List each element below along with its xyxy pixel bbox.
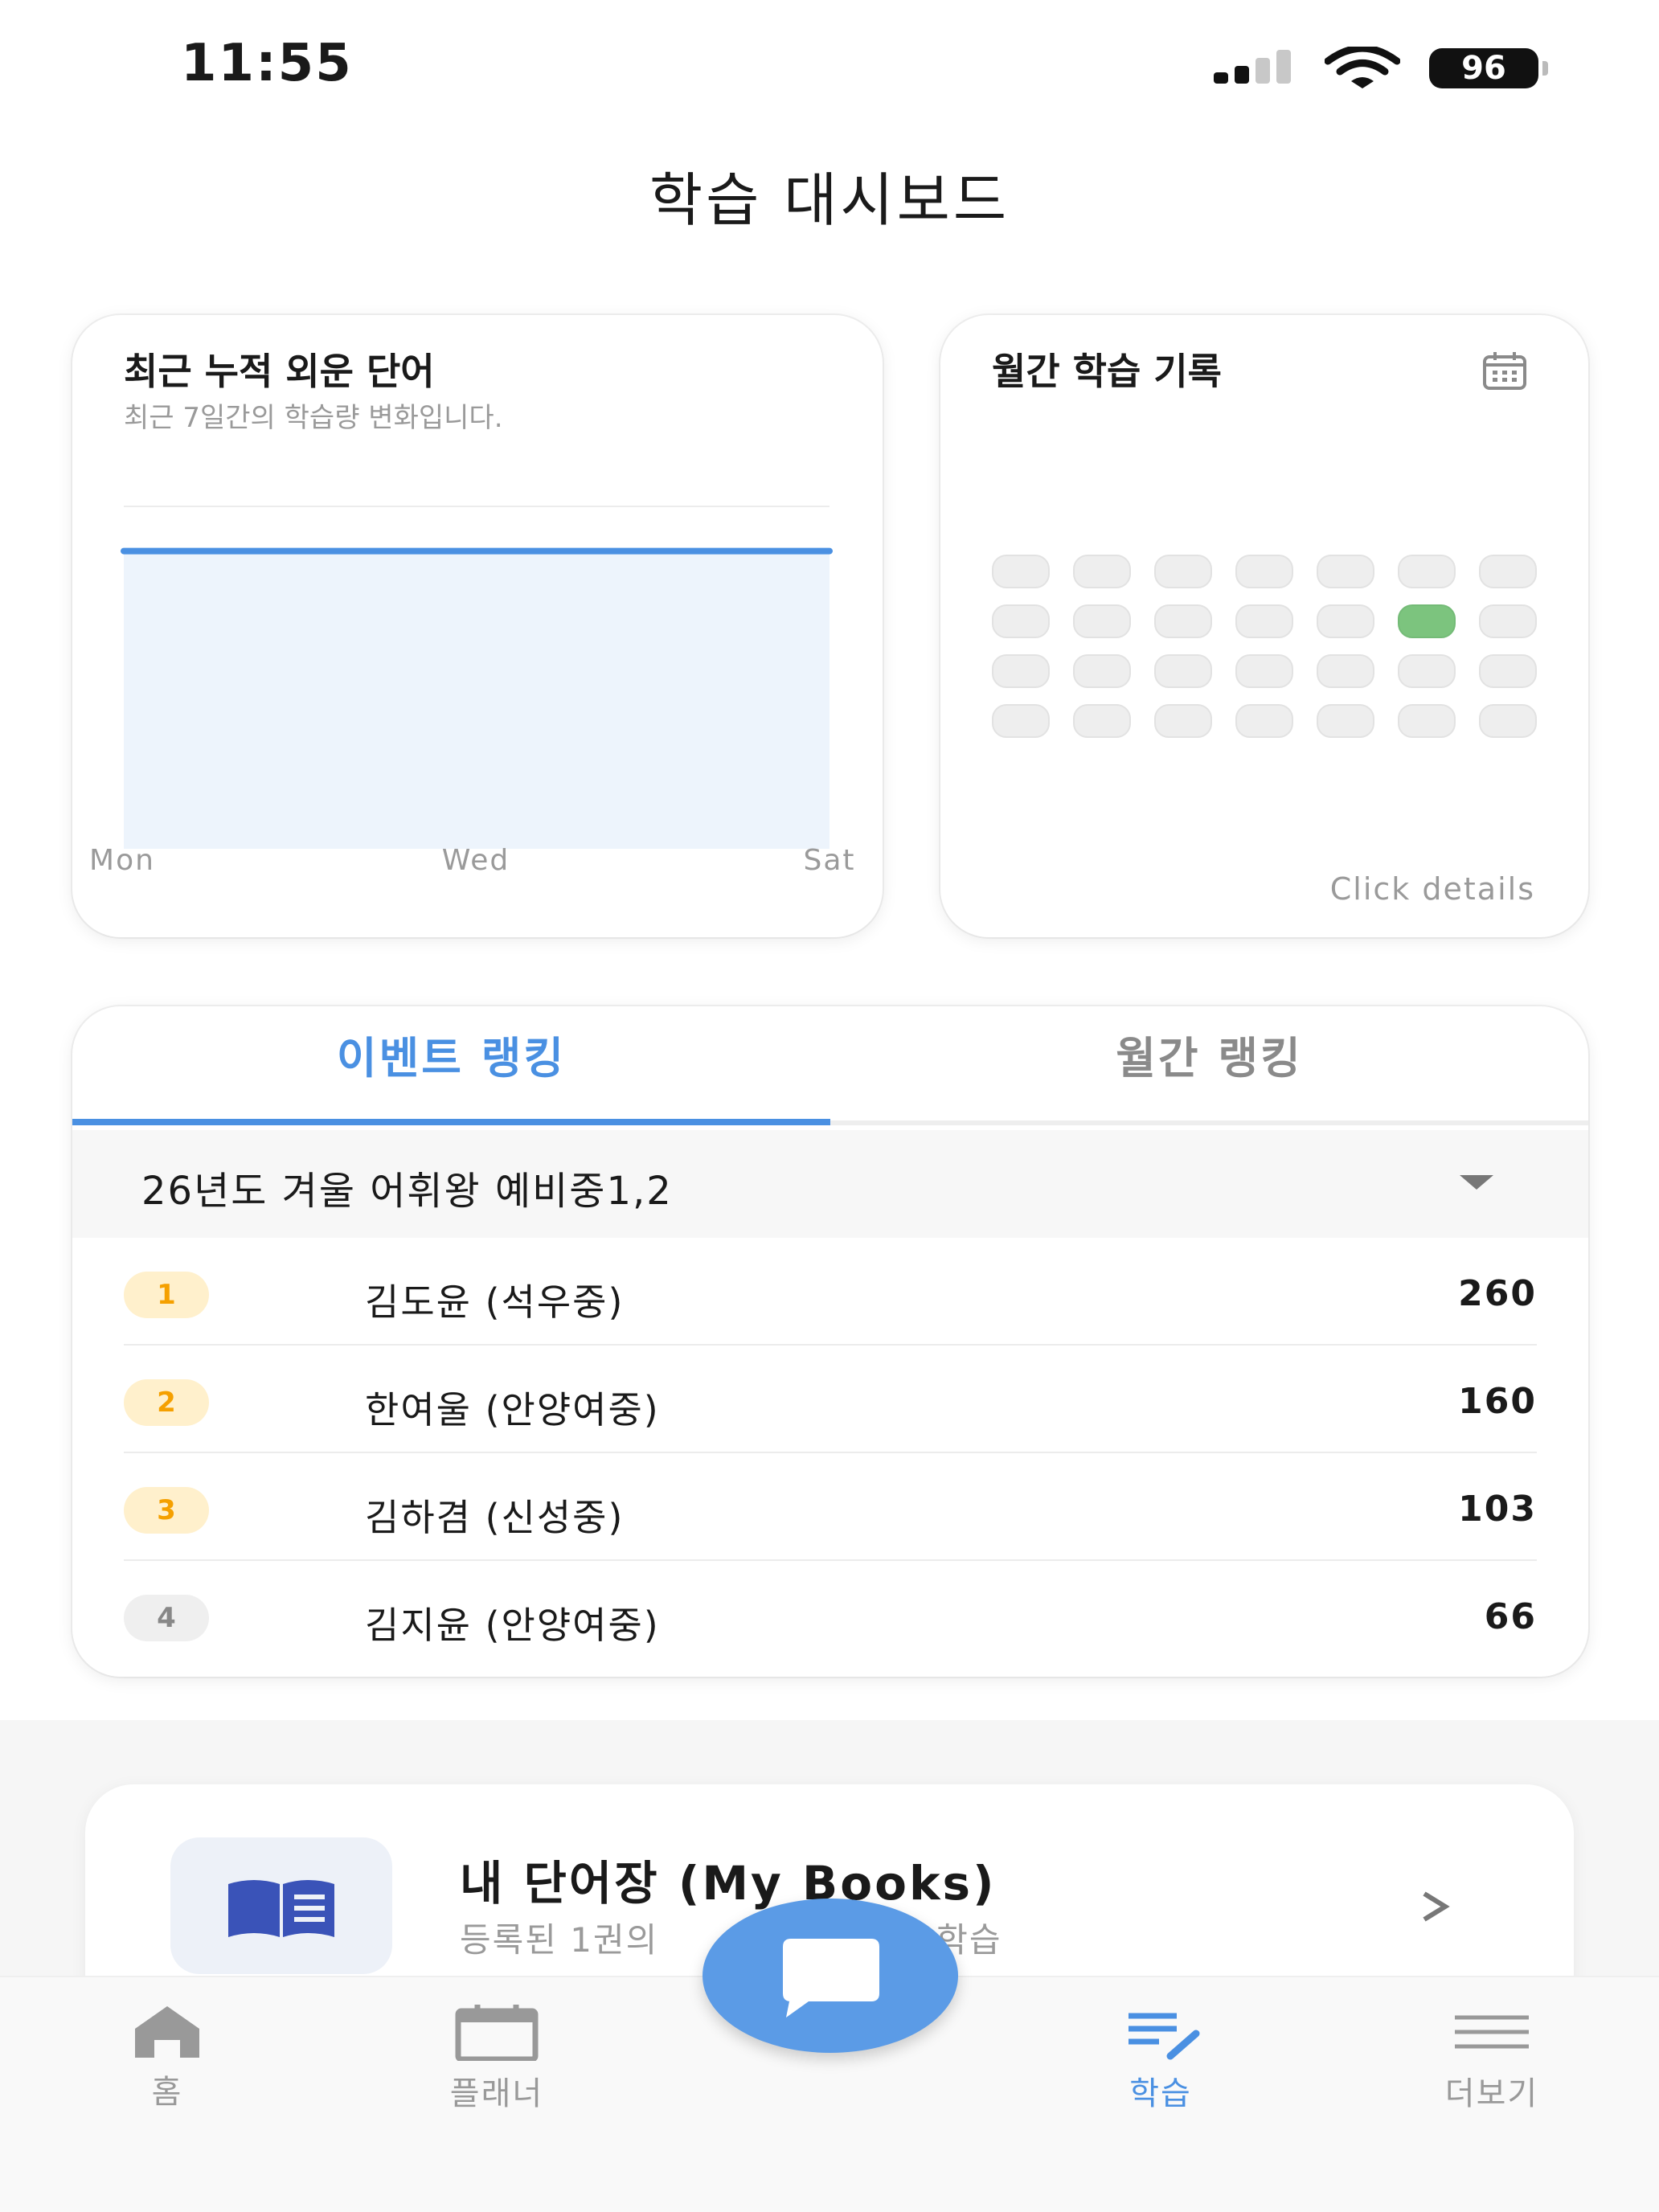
calendar-day-cell xyxy=(1073,555,1131,588)
chart-area-fill xyxy=(124,551,830,849)
calendar-day-cell xyxy=(1398,654,1456,688)
calendar-day-cell xyxy=(1235,555,1293,588)
rank-name: 김도윤 (석우중) xyxy=(365,1280,625,1324)
calendar-day-cell xyxy=(1398,555,1456,588)
chat-icon xyxy=(783,1939,879,2017)
calendar-icon[interactable] xyxy=(1482,350,1527,391)
calendar-day-cell xyxy=(1317,604,1374,638)
calendar-day-cell xyxy=(1317,555,1374,588)
page-title: 학습 대시보드 xyxy=(649,166,1010,234)
calendar-day-cell xyxy=(1073,704,1131,738)
rank-badge: 3 xyxy=(124,1487,209,1534)
x-tick-label: Wed xyxy=(442,844,510,877)
calendar-day-cell xyxy=(1154,654,1212,688)
chat-fab-button[interactable] xyxy=(703,1899,958,2053)
calendar-icon xyxy=(455,2005,539,2061)
status-time: 11:55 xyxy=(181,34,353,93)
rank-badge: 2 xyxy=(124,1379,209,1426)
calendar-card-title: 월간 학습 기록 xyxy=(992,350,1222,393)
x-tick-label: Sat xyxy=(803,844,855,877)
nav-study[interactable]: 학습 xyxy=(1064,2003,1257,2114)
rank-badge: 1 xyxy=(124,1272,209,1318)
monthly-record-card[interactable]: 월간 학습 기록 Click details xyxy=(940,315,1588,937)
rank-name: 김하겸 (신성중) xyxy=(365,1496,625,1539)
status-bar: 11:55 96 xyxy=(0,0,1659,137)
calendar-day-cell xyxy=(1154,555,1212,588)
calendar-day-cell xyxy=(992,704,1050,738)
ranking-row[interactable]: 3 김하겸 (신성중) 103 xyxy=(124,1453,1537,1561)
calendar-day-cell xyxy=(1479,654,1537,688)
rank-score: 66 xyxy=(1484,1596,1537,1637)
menu-icon xyxy=(1455,2015,1529,2049)
cumulative-words-card[interactable]: 최근 누적 외운 단어 최근 7일간의 학습량 변화입니다. Mon Wed Sat xyxy=(72,315,883,937)
calendar-day-cell xyxy=(1479,704,1537,738)
calendar-day-cell xyxy=(1235,604,1293,638)
tab-event-ranking[interactable]: 이벤트 랭킹 xyxy=(72,1006,830,1125)
nav-planner[interactable]: 플래너 xyxy=(400,2003,593,2114)
event-select-dropdown[interactable]: 26년도 겨울 어휘왕 예비중1,2 xyxy=(72,1130,1588,1238)
study-edit-icon xyxy=(1129,2013,1200,2060)
calendar-day-cell xyxy=(992,555,1050,588)
calendar-day-cell xyxy=(1398,704,1456,738)
event-select-value: 26년도 겨울 어휘왕 예비중1,2 xyxy=(141,1169,673,1214)
book-icon-box xyxy=(170,1837,392,1974)
book-icon xyxy=(228,1880,334,1937)
nav-more[interactable]: 더보기 xyxy=(1395,2003,1588,2114)
calendar-day-cell xyxy=(1479,555,1537,588)
rank-badge: 4 xyxy=(124,1595,209,1641)
cumulative-words-chart: Mon Wed Sat xyxy=(89,506,855,877)
calendar-day-cell xyxy=(1073,604,1131,638)
ranking-row[interactable]: 4 김지윤 (안양여중) 66 xyxy=(124,1561,1537,1669)
ranking-row[interactable]: 1 김도윤 (석우중) 260 xyxy=(124,1238,1537,1346)
ranking-row[interactable]: 2 한여울 (안양여중) 160 xyxy=(124,1346,1537,1453)
calendar-day-cell xyxy=(1317,654,1374,688)
rank-score: 103 xyxy=(1458,1489,1537,1530)
tab-monthly-ranking[interactable]: 월간 랭킹 xyxy=(830,1006,1588,1125)
ranking-list: 1 김도윤 (석우중) 260 2 한여울 (안양여중) 160 3 김하겸 (… xyxy=(124,1238,1537,1669)
wifi-icon xyxy=(1325,47,1400,88)
nav-study-label: 학습 xyxy=(1129,2075,1192,2112)
nav-planner-label: 플래너 xyxy=(449,2075,544,2112)
rank-score: 260 xyxy=(1458,1273,1537,1314)
calendar-day-cell xyxy=(1235,654,1293,688)
calendar-day-cell-active xyxy=(1398,604,1456,638)
calendar-day-cell xyxy=(1154,704,1212,738)
chevron-down-icon xyxy=(1460,1175,1493,1190)
nav-more-label: 더보기 xyxy=(1444,2075,1539,2112)
rank-name: 김지윤 (안양여중) xyxy=(365,1604,660,1647)
my-books-subtitle-left: 등록된 1권의 xyxy=(460,1920,659,1960)
rank-score: 160 xyxy=(1458,1381,1537,1422)
calendar-day-cell xyxy=(1317,704,1374,738)
calendar-day-cell xyxy=(992,654,1050,688)
calendar-day-cell xyxy=(1073,654,1131,688)
battery-indicator: 96 xyxy=(1429,48,1548,88)
calendar-day-cell xyxy=(992,604,1050,638)
nav-home[interactable]: 홈 xyxy=(71,2003,264,2112)
calendar-day-cell xyxy=(1235,704,1293,738)
x-tick-label: Mon xyxy=(89,844,155,877)
chevron-right-icon xyxy=(1423,1891,1450,1922)
ranking-tabs: 이벤트 랭킹 월간 랭킹 xyxy=(72,1006,1588,1125)
click-details-link[interactable]: Click details xyxy=(1330,871,1535,907)
home-icon xyxy=(135,2006,199,2058)
calendar-day-cell xyxy=(1479,604,1537,638)
rank-name: 한여울 (안양여중) xyxy=(365,1388,660,1432)
monthly-heatmap-grid xyxy=(992,555,1537,738)
ranking-card: 이벤트 랭킹 월간 랭킹 26년도 겨울 어휘왕 예비중1,2 1 김도윤 (석… xyxy=(72,1006,1588,1677)
calendar-day-cell xyxy=(1154,604,1212,638)
nav-home-label: 홈 xyxy=(151,2074,183,2111)
cellular-signal-icon xyxy=(1214,50,1298,84)
